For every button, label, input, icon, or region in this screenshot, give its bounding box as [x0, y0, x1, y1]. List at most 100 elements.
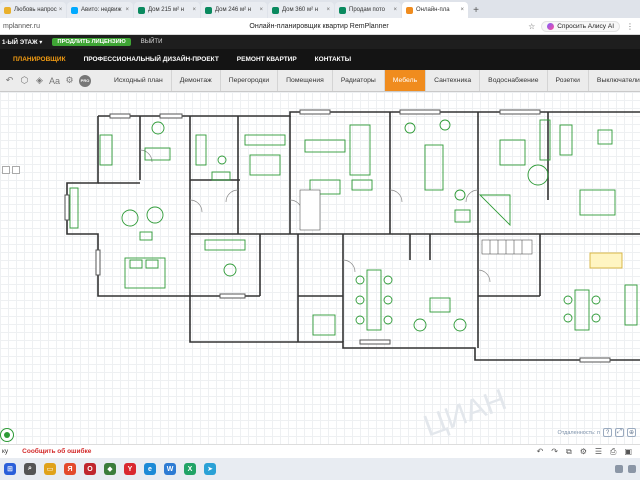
pillow: [129, 259, 143, 269]
pro-icon[interactable]: PRO: [79, 74, 91, 87]
tab-water-supply[interactable]: Водоснабжение: [480, 70, 548, 91]
tab-favicon: [205, 6, 212, 14]
plan-canvas[interactable]: ЦИАН: [0, 92, 640, 444]
window: [109, 113, 131, 119]
word-icon[interactable]: W: [164, 463, 176, 475]
page-title: Онлайн-планировщик квартир RemPlanner: [249, 22, 389, 30]
status-label: ку: [2, 448, 9, 455]
browser-tab-active[interactable]: Онлайн-пла ×: [402, 2, 468, 18]
tab-demolition[interactable]: Демонтаж: [172, 70, 221, 91]
tab-label: Дом 246 м² н: [215, 7, 252, 13]
plant: [223, 263, 237, 277]
undo-icon[interactable]: ↶: [537, 447, 544, 457]
browser-tab[interactable]: Любовь напрос ×: [0, 2, 66, 18]
outer-wall: [66, 116, 640, 361]
extensions-icon[interactable]: ⋮: [626, 22, 634, 31]
shower: [499, 139, 526, 166]
plant: [454, 189, 466, 201]
save-icon[interactable]: ▣: [624, 447, 632, 457]
telegram-icon[interactable]: ➤: [204, 463, 216, 475]
nav-planner[interactable]: ПЛАНИРОВЩИК: [13, 56, 66, 63]
planner-toolbar: ↶ ⬡ ◈ Aa ⚙ PRO Исходный план Демонтаж Пе…: [0, 70, 640, 92]
window: [399, 109, 441, 115]
text-icon[interactable]: Aa: [49, 75, 60, 86]
cube-icon[interactable]: ⬡: [19, 75, 30, 86]
zoom-icon[interactable]: ⊕: [627, 428, 636, 437]
redo-icon[interactable]: ↷: [551, 447, 558, 457]
tray-icon[interactable]: [615, 465, 623, 473]
floor-plan[interactable]: ЦИАН: [0, 92, 640, 444]
yandex-browser-icon[interactable]: Y: [124, 463, 136, 475]
stairs: [299, 189, 321, 231]
report-error-link[interactable]: Сообщить об ошибке: [22, 448, 91, 455]
window: [579, 357, 611, 363]
zoom-in-icon[interactable]: [2, 166, 10, 174]
shelf: [559, 124, 573, 156]
floor-selector[interactable]: 1-ЫЙ ЭТАЖ ▾: [2, 39, 42, 46]
tab-close-icon[interactable]: ×: [391, 7, 397, 13]
tab-sockets[interactable]: Розетки: [548, 70, 589, 91]
browser-tab[interactable]: Дом 246 м² н ×: [201, 2, 267, 18]
browser-tab[interactable]: Дом 215 м² н ×: [134, 2, 200, 18]
tab-radiators[interactable]: Радиаторы: [333, 70, 385, 91]
chair: [383, 315, 393, 325]
bed: [579, 189, 616, 216]
copy-icon[interactable]: ⧉: [566, 447, 572, 457]
print-icon[interactable]: ⎙: [610, 447, 616, 457]
list-icon[interactable]: ☰: [595, 447, 602, 457]
browser-tab[interactable]: Продам пото ×: [335, 2, 401, 18]
settings-icon[interactable]: ⚙: [580, 447, 587, 457]
tab-close-icon[interactable]: ×: [190, 7, 196, 13]
zoom-out-icon[interactable]: [12, 166, 20, 174]
ask-alisa-button[interactable]: Спросить Алису AI: [541, 20, 620, 32]
yandex-icon[interactable]: Я: [64, 463, 76, 475]
undo-icon[interactable]: ↶: [4, 75, 15, 86]
tab-close-icon[interactable]: ×: [458, 7, 464, 13]
tab-plumbing[interactable]: Сантехника: [426, 70, 481, 91]
exit-link[interactable]: ВЫЙТИ: [141, 39, 163, 45]
bed: [124, 257, 166, 289]
door: [389, 189, 403, 203]
help-icon[interactable]: ?: [603, 428, 612, 437]
window: [64, 194, 70, 221]
new-tab-icon[interactable]: +: [469, 2, 483, 18]
toilet: [217, 155, 227, 165]
edge-icon[interactable]: e: [144, 463, 156, 475]
door: [465, 189, 479, 203]
door: [225, 189, 239, 203]
wardrobe: [99, 134, 113, 166]
ask-alisa-label: Спросить Алису AI: [557, 22, 614, 30]
tab-close-icon[interactable]: ×: [57, 7, 63, 13]
browser-tab[interactable]: Авито: недвиж ×: [67, 2, 133, 18]
nav-renovation[interactable]: РЕМОНТ КВАРТИР: [237, 56, 297, 63]
door: [477, 269, 491, 283]
tab-rooms[interactable]: Помещения: [278, 70, 333, 91]
bookmark-icon[interactable]: ☆: [528, 22, 535, 31]
browser-tab[interactable]: Дом 360 м² н ×: [268, 2, 334, 18]
fullscreen-icon[interactable]: ⤢: [615, 428, 624, 437]
chair: [383, 275, 393, 285]
tab-switches[interactable]: Выключатели: [589, 70, 640, 91]
tab-partitions[interactable]: Перегородки: [221, 70, 279, 91]
nav-contacts[interactable]: КОНТАКТЫ: [315, 56, 351, 63]
tab-initial-plan[interactable]: Исходный план: [106, 70, 172, 91]
url-field[interactable]: mplanner.ru: [0, 23, 110, 30]
layers-icon[interactable]: ◈: [34, 75, 45, 86]
excel-icon[interactable]: X: [184, 463, 196, 475]
settings-icon[interactable]: ⚙: [64, 75, 75, 86]
search-icon[interactable]: ⌕: [24, 463, 36, 475]
opera-icon[interactable]: O: [84, 463, 96, 475]
alisa-icon: [547, 22, 555, 30]
tab-close-icon[interactable]: ×: [324, 7, 330, 13]
add-object-button[interactable]: [0, 428, 14, 442]
extend-license-button[interactable]: ПРОДЛИТЬ ЛИЦЕНЗИЮ: [52, 38, 131, 46]
tab-close-icon[interactable]: ×: [257, 7, 263, 13]
start-icon[interactable]: ⊞: [4, 463, 16, 475]
app-icon[interactable]: ◆: [104, 463, 116, 475]
nav-design-project[interactable]: ПРОФЕССИОНАЛЬНЫЙ ДИЗАЙН-ПРОЕКТ: [84, 56, 219, 63]
tab-close-icon[interactable]: ×: [123, 7, 129, 13]
kitchen-unit: [349, 124, 371, 176]
tab-furniture[interactable]: Мебель: [384, 70, 427, 91]
explorer-icon[interactable]: ▭: [44, 463, 56, 475]
tray-icon[interactable]: [628, 465, 636, 473]
